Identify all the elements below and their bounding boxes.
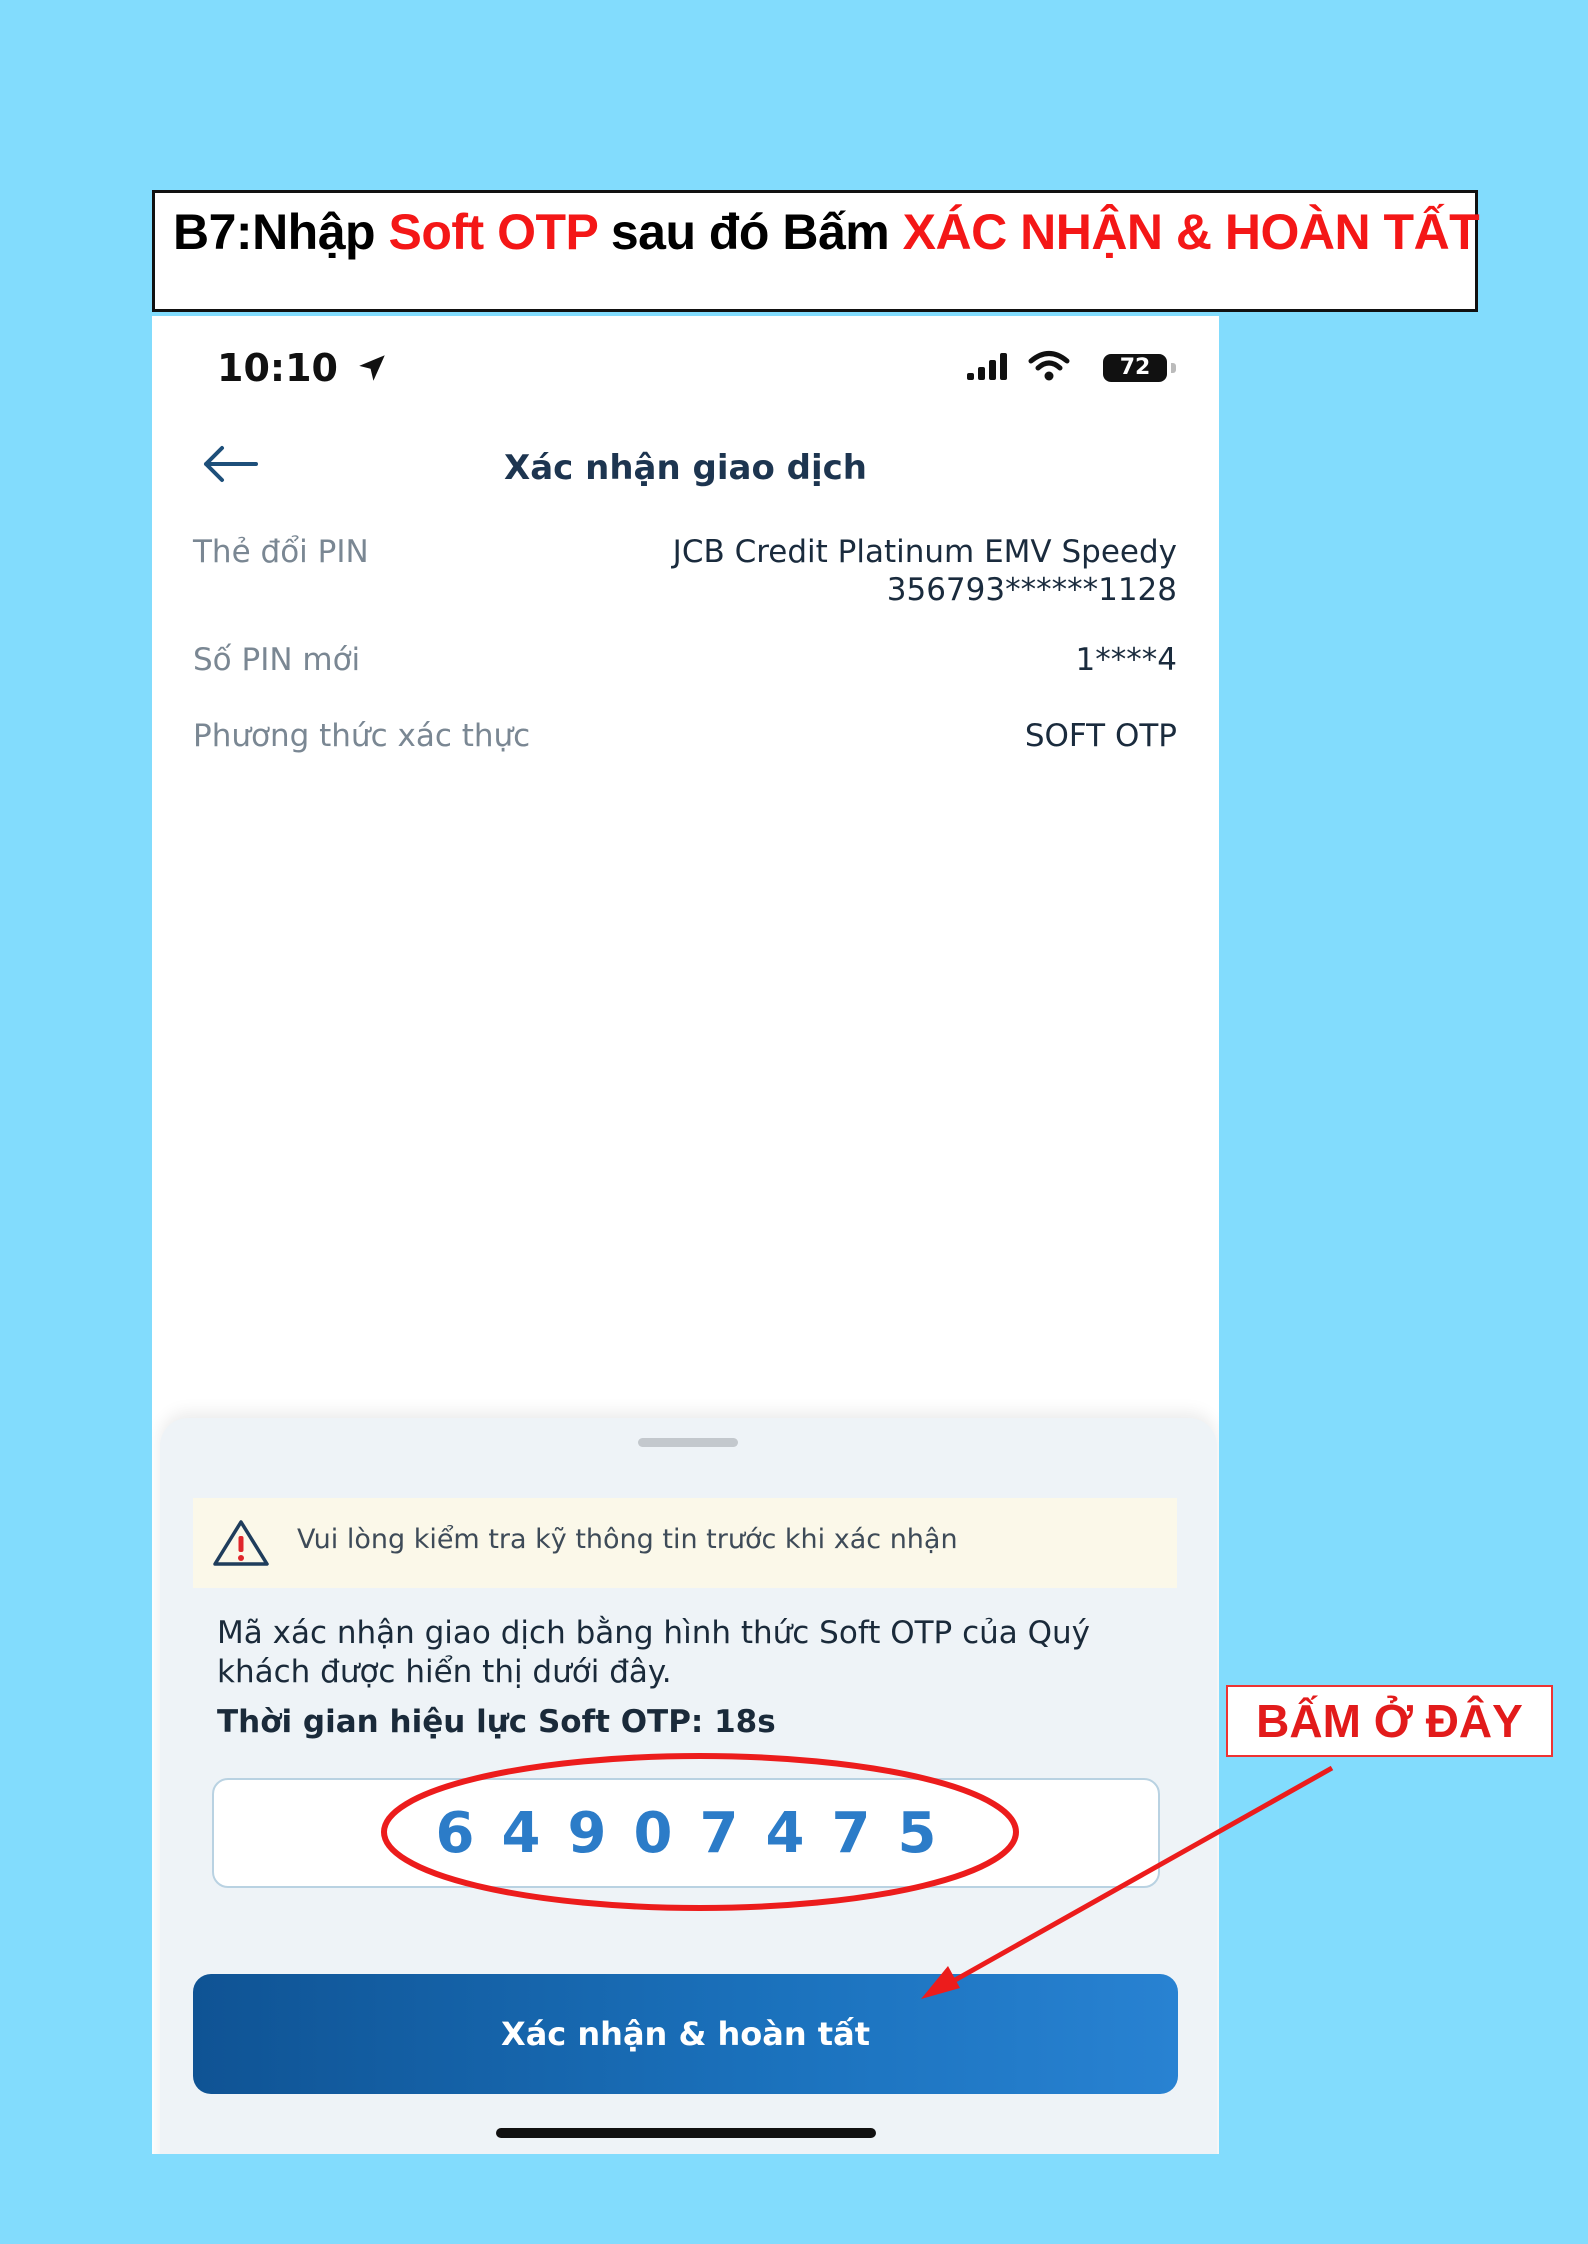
otp-digit: 4	[765, 1800, 805, 1866]
instruction-part2: sau đó Bấm	[597, 204, 903, 260]
card-number: 356793******1128	[886, 572, 1177, 608]
phone-screen: 10:10 72 Xác nhận giao dịch Thẻ đổi PIN …	[152, 316, 1219, 2154]
otp-digit: 9	[567, 1800, 607, 1866]
cellular-signal-icon	[967, 352, 1011, 380]
instruction-text: B7:Nhập Soft OTP sau đó Bấm XÁC NHẬN & H…	[173, 203, 1480, 261]
otp-description: Mã xác nhận giao dịch bằng hình thức Sof…	[217, 1615, 1091, 1690]
otp-digit: 5	[897, 1800, 937, 1866]
wifi-icon	[1028, 351, 1070, 381]
otp-validity: Thời gian hiệu lực Soft OTP: 18s	[217, 1704, 776, 1740]
otp-digit: 0	[633, 1800, 673, 1866]
instruction-part1: Nhập	[252, 204, 389, 260]
tap-here-callout: BẤM Ở ĐÂY	[1226, 1685, 1553, 1757]
warning-triangle-icon	[213, 1520, 269, 1566]
otp-bottom-sheet: Vui lòng kiểm tra kỹ thông tin trước khi…	[160, 1418, 1217, 2154]
instruction-step: B7:	[173, 204, 253, 260]
home-indicator	[496, 2128, 876, 2138]
instruction-banner: B7:Nhập Soft OTP sau đó Bấm XÁC NHẬN & H…	[152, 190, 1480, 312]
instruction-highlight-otp: Soft OTP	[388, 204, 598, 260]
otp-digit: 7	[831, 1800, 871, 1866]
status-icons: 72	[967, 351, 1176, 384]
otp-digit: 4	[501, 1800, 541, 1866]
sheet-drag-handle[interactable]	[638, 1438, 738, 1447]
location-arrow-icon	[359, 355, 385, 381]
instruction-highlight-confirm: XÁC NHẬN & HOÀN TẤT	[902, 204, 1480, 260]
status-time: 10:10	[217, 346, 389, 390]
status-time-text: 10:10	[217, 346, 338, 390]
card-label: Thẻ đổi PIN	[193, 534, 369, 570]
warning-text: Vui lòng kiểm tra kỹ thông tin trước khi…	[297, 1524, 958, 1555]
auth-method-value: SOFT OTP	[1024, 718, 1177, 754]
pin-label: Số PIN mới	[193, 642, 361, 678]
card-name: JCB Credit Platinum EMV Speedy	[672, 534, 1177, 570]
battery-icon: 72	[1103, 354, 1176, 382]
auth-method-label: Phương thức xác thực	[193, 718, 531, 754]
confirm-complete-button[interactable]: Xác nhận & hoàn tất	[193, 1974, 1178, 2094]
otp-display: 64907475	[212, 1778, 1160, 1888]
otp-digit: 6	[435, 1800, 475, 1866]
warning-banner: Vui lòng kiểm tra kỹ thông tin trước khi…	[193, 1498, 1177, 1588]
otp-digits: 64907475	[214, 1780, 1158, 1886]
page-title: Xác nhận giao dịch	[503, 448, 868, 488]
otp-digit: 7	[699, 1800, 739, 1866]
pin-value: 1****4	[1075, 642, 1177, 678]
